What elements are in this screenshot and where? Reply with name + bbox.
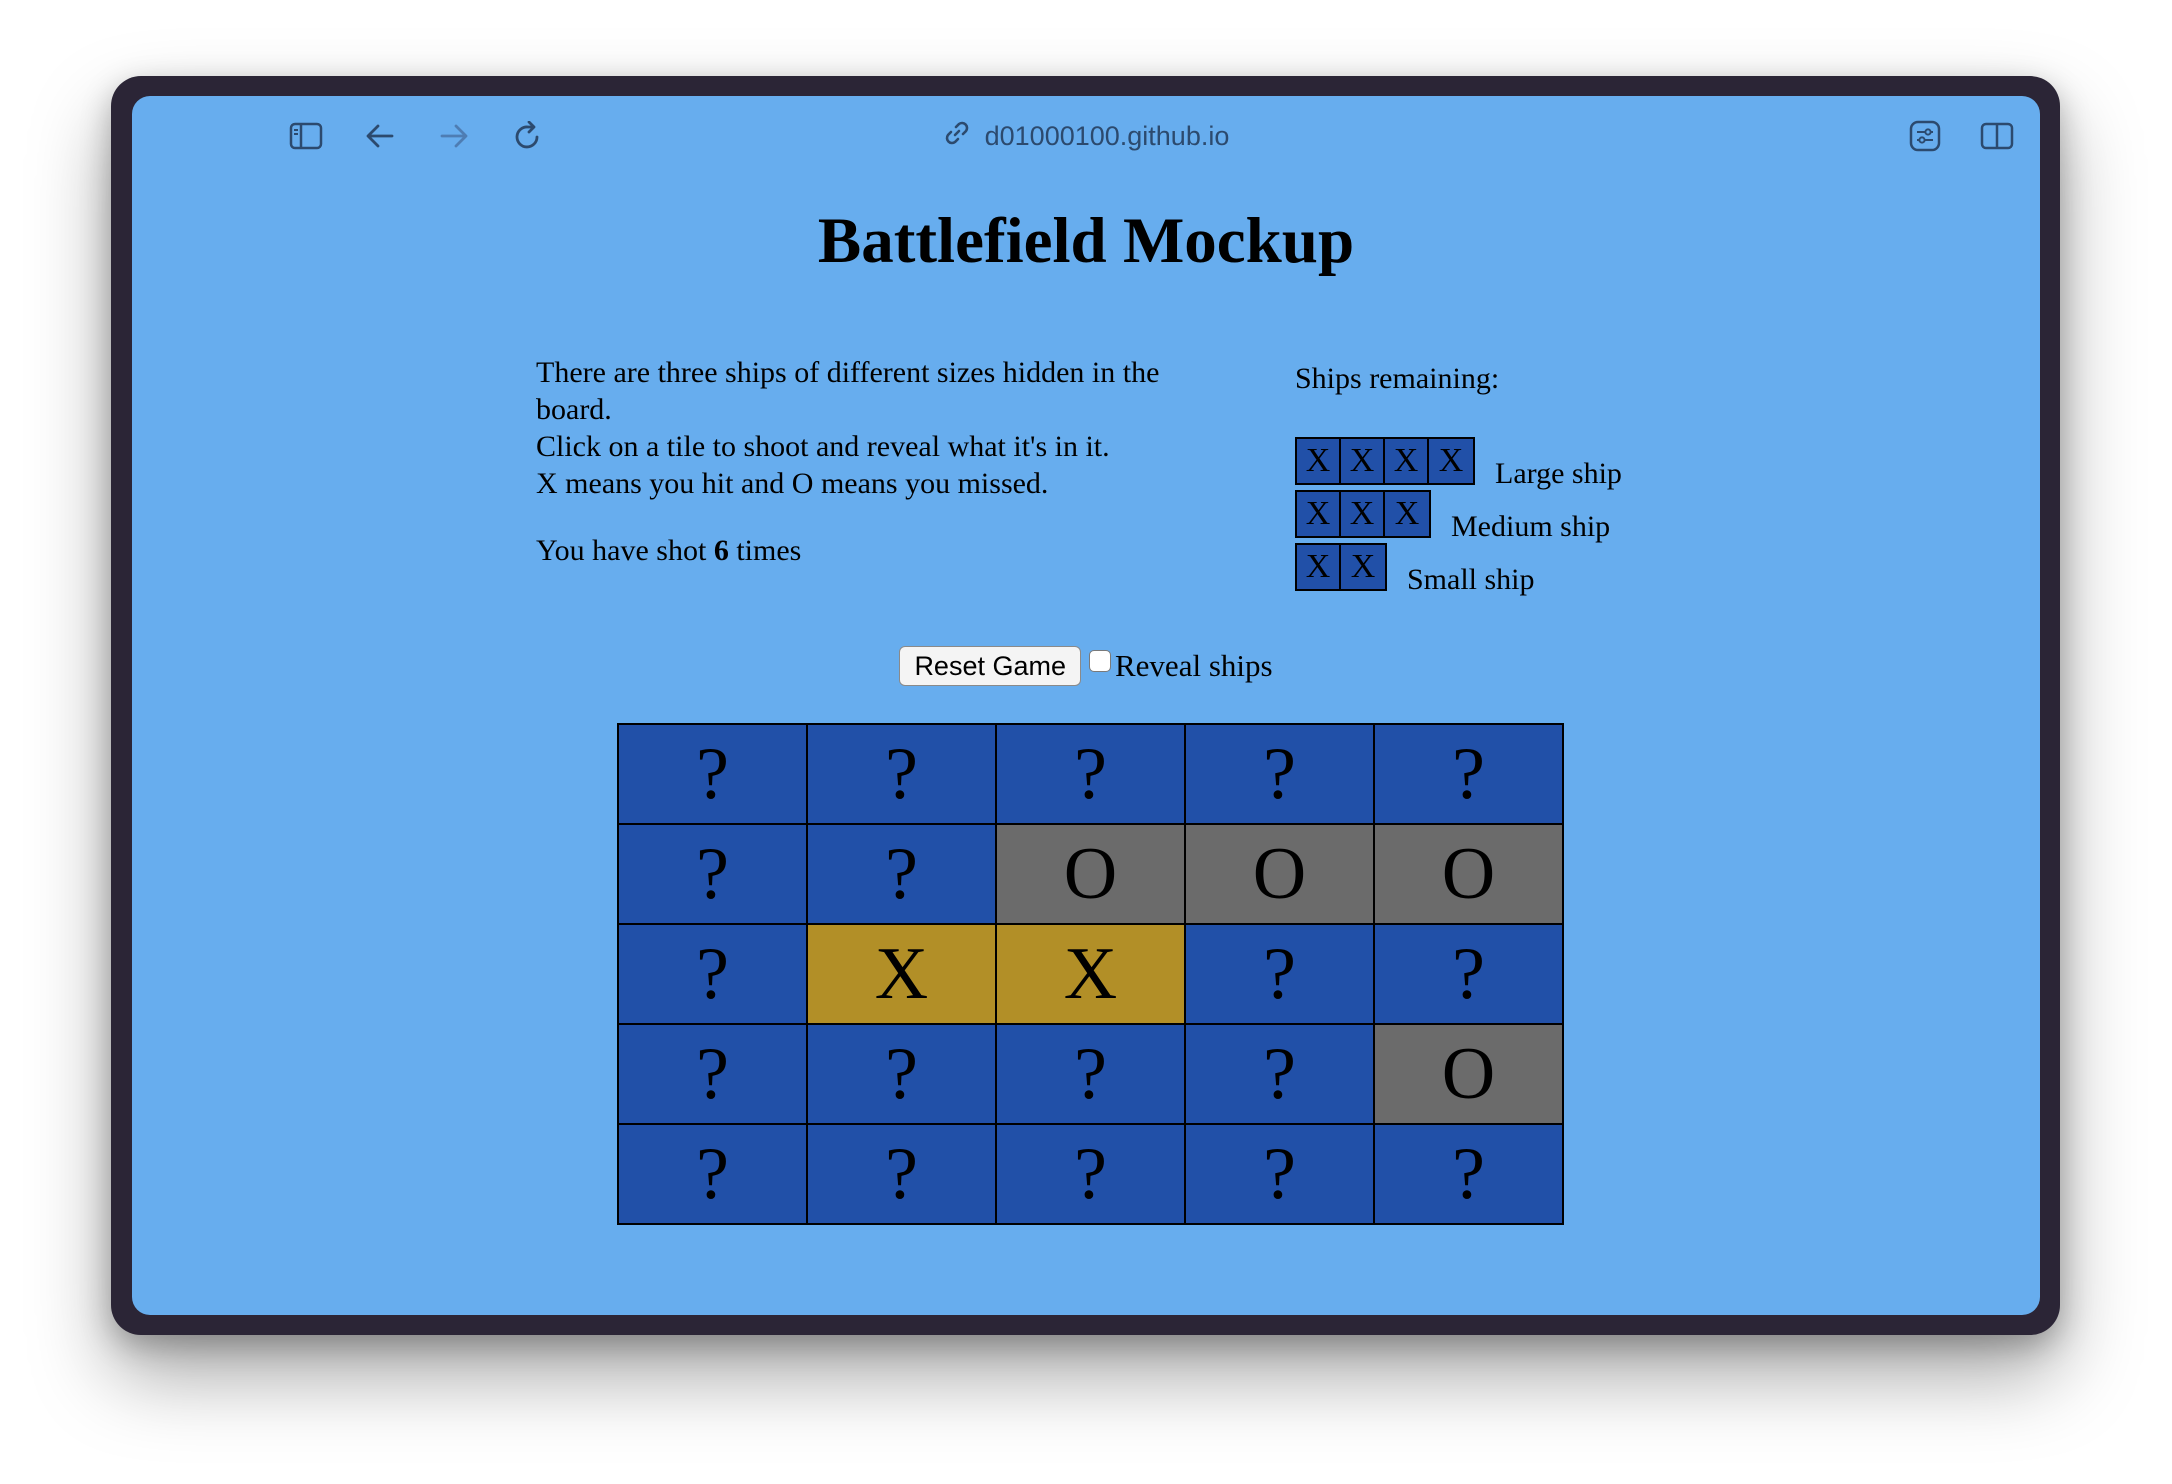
sidebar-icon[interactable]: [284, 114, 328, 158]
ship-cells: X X: [1295, 543, 1387, 591]
board-tile[interactable]: ?: [619, 725, 806, 823]
board-tile[interactable]: ?: [1186, 1125, 1373, 1223]
browser-viewport: d01000100.github.io Battlefield Mockup T…: [132, 96, 2040, 1315]
board-tile[interactable]: ?: [808, 825, 995, 923]
reveal-ships-label[interactable]: Reveal ships: [1115, 648, 1273, 684]
board-tile[interactable]: ?: [1375, 1125, 1562, 1223]
board-tile[interactable]: ?: [1186, 925, 1373, 1023]
extensions-icon[interactable]: [1903, 114, 1947, 158]
ship-cell: X: [1341, 439, 1385, 483]
board-tile[interactable]: ?: [808, 1125, 995, 1223]
ship-cell: X: [1341, 492, 1385, 536]
board-tile[interactable]: ?: [997, 725, 1184, 823]
forward-arrow-icon[interactable]: [432, 114, 476, 158]
board-tile[interactable]: ?: [619, 825, 806, 923]
ship-small: X X Small ship: [1295, 543, 1535, 596]
board-tile[interactable]: O: [1375, 825, 1562, 923]
ship-cell: X: [1297, 439, 1341, 483]
board-tile[interactable]: ?: [1375, 725, 1562, 823]
board-tile[interactable]: ?: [997, 1125, 1184, 1223]
reload-icon[interactable]: [506, 114, 550, 158]
game-controls: Reset Game Reveal ships: [132, 646, 2040, 686]
instructions-line: There are three ships of different sizes…: [536, 356, 1160, 426]
board-tile[interactable]: O: [1375, 1025, 1562, 1123]
back-arrow-icon[interactable]: [358, 114, 402, 158]
ship-cells: X X X X: [1295, 437, 1475, 485]
board-tile[interactable]: ?: [808, 1025, 995, 1123]
board-tile[interactable]: X: [808, 925, 995, 1023]
ship-cell: X: [1385, 439, 1429, 483]
ship-cell: X: [1385, 492, 1429, 536]
shots-prefix: You have shot: [536, 534, 707, 567]
instructions: There are three ships of different sizes…: [536, 354, 1216, 502]
reveal-ships-checkbox[interactable]: [1089, 650, 1111, 672]
board-tile[interactable]: ?: [1186, 1025, 1373, 1123]
ship-cell: X: [1341, 545, 1385, 589]
ships-remaining-heading: Ships remaining:: [1295, 362, 1500, 395]
board-tile[interactable]: O: [997, 825, 1184, 923]
board-tile[interactable]: ?: [619, 1125, 806, 1223]
shots-count: 6: [713, 534, 729, 567]
shot-counter: You have shot 6 times: [536, 534, 801, 568]
url-text[interactable]: d01000100.github.io: [985, 121, 1230, 152]
reset-game-button[interactable]: Reset Game: [899, 646, 1081, 686]
ship-label: Large ship: [1495, 457, 1622, 490]
ship-large: X X X X Large ship: [1295, 437, 1622, 490]
board-tile[interactable]: ?: [619, 925, 806, 1023]
link-icon: [943, 119, 971, 154]
ship-medium: X X X Medium ship: [1295, 490, 1610, 543]
game-board: ??????? O O O? X X?????? O?????: [617, 723, 1564, 1225]
board-tile[interactable]: ?: [1186, 725, 1373, 823]
ship-cell: X: [1297, 492, 1341, 536]
shots-suffix: times: [736, 534, 802, 567]
split-view-icon[interactable]: [1975, 114, 2019, 158]
board-tile[interactable]: ?: [808, 725, 995, 823]
ship-cells: X X X: [1295, 490, 1431, 538]
ship-label: Medium ship: [1451, 510, 1611, 543]
board-tile[interactable]: X: [997, 925, 1184, 1023]
board-tile[interactable]: ?: [997, 1025, 1184, 1123]
instructions-line: Click on a tile to shoot and reveal what…: [536, 430, 1110, 463]
board-tile[interactable]: O: [1186, 825, 1373, 923]
board-tile[interactable]: ?: [1375, 925, 1562, 1023]
ship-cell: X: [1429, 439, 1473, 483]
board-tile[interactable]: ?: [619, 1025, 806, 1123]
ship-label: Small ship: [1407, 563, 1535, 596]
page-title: Battlefield Mockup: [817, 205, 1355, 277]
ship-cell: X: [1297, 545, 1341, 589]
instructions-line: X means you hit and O means you missed.: [536, 467, 1049, 500]
address-bar[interactable]: d01000100.github.io: [132, 112, 2040, 160]
